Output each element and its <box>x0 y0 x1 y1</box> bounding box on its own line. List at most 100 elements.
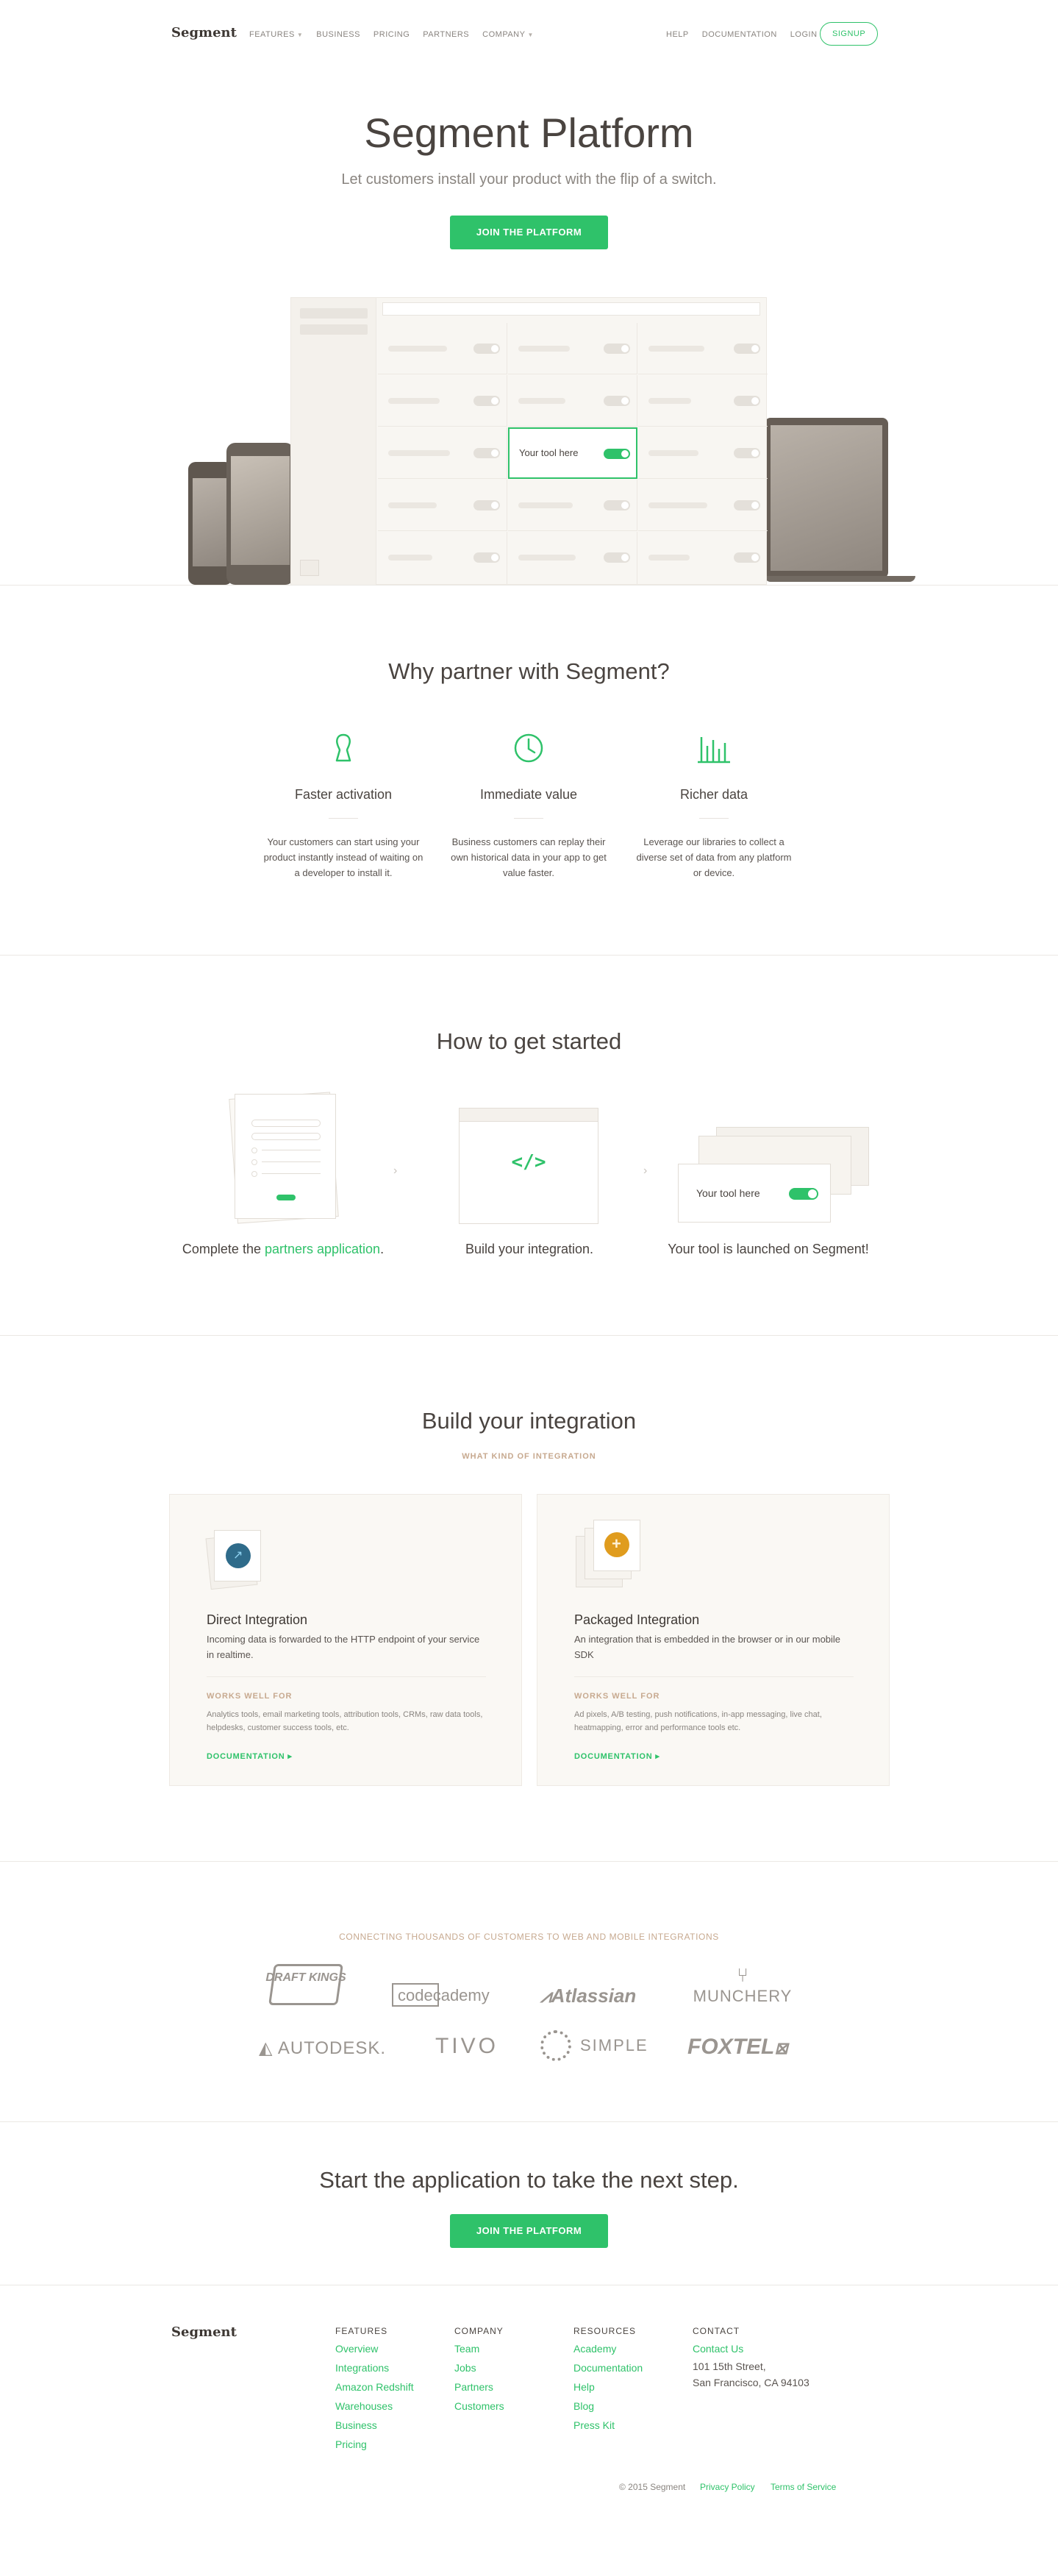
footer-link-business[interactable]: Business <box>335 2416 446 2435</box>
footer-link-integrations[interactable]: Integrations <box>335 2358 446 2377</box>
works-well-label: WORKS WELL FOR <box>574 1692 660 1701</box>
footer-link-jobs[interactable]: Jobs <box>454 2358 565 2377</box>
card-front: Your tool here <box>678 1164 831 1223</box>
footer-link-press-kit[interactable]: Press Kit <box>573 2416 684 2435</box>
step-2-text: Build your integration. <box>465 1242 594 1256</box>
nav-pricing[interactable]: PRICING <box>373 30 410 39</box>
caret-right-icon: ▸ <box>652 1752 660 1761</box>
nav-logo[interactable]: Segment <box>171 25 237 40</box>
feature-rule <box>699 818 729 819</box>
footer-link-redshift[interactable]: Amazon Redshift <box>335 2377 446 2397</box>
footer-link-overview[interactable]: Overview <box>335 2339 446 2358</box>
nav-business[interactable]: BUSINESS <box>316 30 360 39</box>
card-description: An integration that is embedded in the b… <box>574 1634 841 1660</box>
join-platform-button[interactable]: JOIN THE PLATFORM <box>450 216 608 249</box>
atlassian-icon: ⩘ <box>540 1985 551 2007</box>
card-rule <box>207 1676 486 1677</box>
nav-features-label: FEATURES <box>249 30 295 39</box>
footer-link-partners[interactable]: Partners <box>454 2377 565 2397</box>
hero-illustration: Your tool here <box>184 294 919 586</box>
footer-terms-link[interactable]: Terms of Service <box>771 2482 836 2492</box>
grid-cell <box>638 375 768 427</box>
hero-subtitle: Let customers install your product with … <box>341 171 717 188</box>
sidebar-button <box>300 560 319 576</box>
grid-cell <box>508 375 637 427</box>
footer-resources-links: Academy Documentation Help Blog Press Ki… <box>573 2339 684 2435</box>
footer-contact-body: Contact Us 101 15th Street, San Francisc… <box>693 2339 840 2391</box>
footer-company-column: COMPANY Team Jobs Partners Customers <box>454 2326 565 2416</box>
footer-link-team[interactable]: Team <box>454 2339 565 2358</box>
documentation-link[interactable]: DOCUMENTATION ▸ <box>207 1749 293 1762</box>
grid-cell <box>378 375 507 427</box>
footer-contact-heading: CONTACT <box>693 2326 740 2336</box>
autodesk-text: AUTODESK. <box>277 2038 387 2058</box>
footer-features-column: FEATURES Overview Integrations Amazon Re… <box>335 2326 446 2454</box>
codecademy-text: codecademy <box>398 1986 490 2004</box>
packaged-integration-card: + Packaged Integration An integration th… <box>537 1494 890 1786</box>
laptop-base <box>765 576 915 582</box>
footer-link-customers[interactable]: Customers <box>454 2397 565 2416</box>
footer-link-contact-us[interactable]: Contact Us <box>693 2339 840 2358</box>
code-icon: </> <box>511 1151 546 1173</box>
nav-company[interactable]: COMPANY ▼ <box>482 30 534 39</box>
integration-grid: Your tool here <box>378 323 768 586</box>
works-well-text: Ad pixels, A/B testing, push notificatio… <box>574 1710 822 1732</box>
feature-rule <box>514 818 543 819</box>
footer-link-pricing[interactable]: Pricing <box>335 2435 446 2454</box>
footer-link-help[interactable]: Help <box>573 2377 684 2397</box>
step-3-text: Your tool is launched on Segment! <box>668 1242 869 1256</box>
section-divider <box>0 2121 1058 2122</box>
nav-help[interactable]: HELP <box>666 30 689 39</box>
your-tool-label: Your tool here <box>519 447 579 458</box>
documentation-link[interactable]: DOCUMENTATION ▸ <box>574 1749 660 1762</box>
footer-address-line2: San Francisco, CA 94103 <box>693 2377 809 2388</box>
partners-application-link[interactable]: partners application <box>265 1242 380 1256</box>
phone-back-screen <box>193 478 228 566</box>
cta2-title: Start the application to take the next s… <box>319 2167 739 2193</box>
grid-cell <box>378 323 507 374</box>
feature-text: Business customers can replay their own … <box>451 836 607 878</box>
nav-partners[interactable]: PARTNERS <box>423 30 469 39</box>
how-title: How to get started <box>436 1028 622 1054</box>
code-window-illustration: </> <box>459 1108 598 1224</box>
footer-link-academy[interactable]: Academy <box>573 2339 684 2358</box>
join-platform-button-bottom[interactable]: JOIN THE PLATFORM <box>450 2214 608 2248</box>
footer-company-links: Team Jobs Partners Customers <box>454 2339 565 2416</box>
submit-pill <box>276 1195 296 1200</box>
nav-features[interactable]: FEATURES ▼ <box>249 30 303 39</box>
feature-rule <box>329 818 358 819</box>
feature-title: Richer data <box>679 787 748 802</box>
foxtel-logo: FOXTEL⊠ <box>687 2035 805 2060</box>
step-1-suffix: . <box>380 1242 385 1256</box>
footer-link-blog[interactable]: Blog <box>573 2397 684 2416</box>
nav-company-label: COMPANY <box>482 30 526 39</box>
chevron-right-icon: › <box>393 1164 398 1177</box>
signup-button[interactable]: SIGNUP <box>820 22 879 46</box>
chevron-down-icon: ▼ <box>527 32 534 38</box>
launched-tool-illustration: Your tool here <box>676 1127 871 1223</box>
autodesk-logo: ◭ AUTODESK. <box>259 2038 391 2059</box>
app-search-bar <box>382 302 760 316</box>
footer-link-documentation[interactable]: Documentation <box>573 2358 684 2377</box>
chevron-down-icon: ▼ <box>296 32 304 38</box>
atlassian-text: Atlassian <box>551 1985 637 2007</box>
footer-link-warehouses[interactable]: Warehouses <box>335 2397 446 2416</box>
packaged-integration-icon: + <box>576 1520 642 1590</box>
phone-front <box>226 443 294 585</box>
grid-cell <box>508 532 637 586</box>
footer-privacy-link[interactable]: Privacy Policy <box>700 2482 755 2492</box>
step-1-text: Complete the partners application. <box>162 1242 404 1257</box>
draftkings-logo: DRAFT KINGS <box>260 1957 352 2010</box>
plus-icon: + <box>604 1532 629 1557</box>
your-tool-cell: Your tool here <box>508 427 637 479</box>
application-form-illustration <box>224 1092 342 1225</box>
documentation-label: DOCUMENTATION <box>574 1752 653 1761</box>
nav-login[interactable]: LOGIN <box>790 30 818 39</box>
footer-logo[interactable]: Segment <box>171 2324 237 2340</box>
nav-documentation[interactable]: DOCUMENTATION <box>702 30 777 39</box>
your-tool-label: Your tool here <box>696 1187 760 1199</box>
card-rule <box>574 1676 854 1677</box>
toggle-on <box>604 449 630 459</box>
grid-cell <box>378 427 507 479</box>
grid-cell <box>638 480 768 531</box>
